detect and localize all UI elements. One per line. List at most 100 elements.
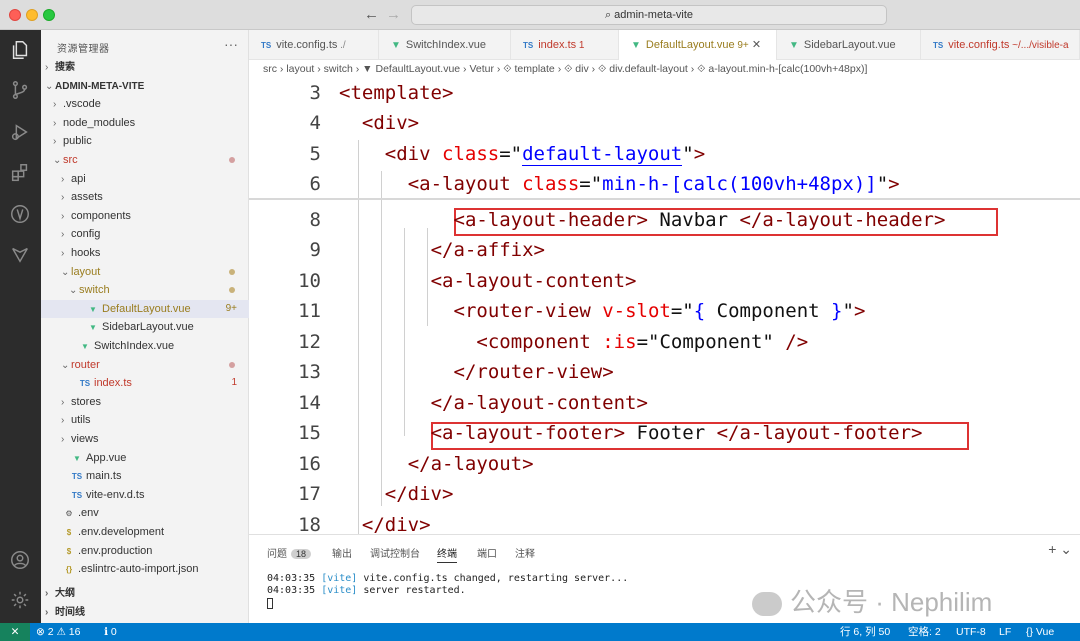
search-section[interactable]: › 搜索 bbox=[41, 58, 249, 76]
remote-indicator[interactable]: ✕ bbox=[0, 623, 30, 641]
editor-tab[interactable]: TS index.ts 1 bbox=[511, 30, 619, 60]
panel-tab-label: 输出 bbox=[332, 549, 352, 560]
tree-folder[interactable]: ⌄ router bbox=[41, 356, 249, 374]
line-number: 17 bbox=[298, 483, 321, 505]
tree-item-label: src bbox=[63, 154, 78, 166]
language-mode[interactable]: {} Vue bbox=[1026, 623, 1054, 641]
vscode-window: ← → ⌕ admin-meta-vite 资源管理器 ··· › 搜索 ⌄ A… bbox=[0, 0, 1080, 641]
tree-file[interactable]: TS vite-env.d.ts bbox=[41, 486, 249, 504]
tree-folder[interactable]: › utils bbox=[41, 411, 249, 429]
panel-tab-label: 问题 bbox=[267, 549, 287, 560]
run-debug-icon[interactable] bbox=[8, 120, 32, 144]
tree-item-label: .env bbox=[78, 507, 99, 520]
tree-folder[interactable]: › views bbox=[41, 430, 249, 448]
panel-tab[interactable]: 端口 bbox=[477, 545, 497, 560]
panel-tab[interactable]: 注释 bbox=[515, 545, 535, 560]
tree-folder[interactable]: › components bbox=[41, 207, 249, 225]
tree-folder[interactable]: › .vscode bbox=[41, 95, 249, 113]
tree-file[interactable]: ▼ App.vue bbox=[41, 449, 249, 467]
tree-file[interactable]: {} .eslintrc-auto-import.json bbox=[41, 560, 249, 578]
watermark: 公众号 · Nephilim bbox=[752, 582, 992, 619]
ports-indicator[interactable]: ℹ 0 bbox=[104, 623, 117, 641]
tab-label: SidebarLayout.vue bbox=[803, 39, 896, 51]
tree-folder[interactable]: › hooks bbox=[41, 244, 249, 262]
code-editor[interactable]: 3 <template> 4 <div> 5 <div class="default-la… bbox=[249, 78, 1080, 534]
editor-tab[interactable]: ▼ DefaultLayout.vue 9+ ✕ bbox=[619, 30, 777, 60]
tree-folder[interactable]: › config bbox=[41, 225, 249, 243]
command-center-search[interactable]: ⌕ admin-meta-vite bbox=[411, 5, 887, 25]
code-line: <div class="default-layout"> bbox=[384, 143, 706, 166]
indent-guide bbox=[403, 228, 405, 436]
editor-tab[interactable]: ▼ SwitchIndex.vue bbox=[379, 30, 511, 60]
line-number: 3 bbox=[309, 82, 321, 104]
line-number: 9 bbox=[309, 239, 321, 261]
ts-file-icon: TS bbox=[71, 472, 83, 482]
line-number: 18 bbox=[298, 514, 321, 534]
panel-tab[interactable]: 问题 18 bbox=[267, 545, 312, 560]
tree-folder[interactable]: ⌄ layout bbox=[41, 263, 249, 281]
vetur-icon[interactable] bbox=[8, 202, 32, 226]
chevron-down-icon: ⌄ bbox=[61, 266, 70, 278]
code-line: <a-layout-content> bbox=[430, 270, 637, 292]
tree-file[interactable]: ▼ SwitchIndex.vue bbox=[41, 337, 249, 355]
sticky-scroll-divider bbox=[249, 198, 1080, 200]
tree-item-label: vite-env.d.ts bbox=[86, 488, 145, 501]
tree-file[interactable]: ▼ DefaultLayout.vue 9+ bbox=[41, 299, 249, 318]
tree-folder[interactable]: › api bbox=[41, 170, 249, 188]
git-graph-icon[interactable] bbox=[8, 242, 32, 266]
code-line: <div> bbox=[361, 112, 420, 134]
source-control-icon[interactable] bbox=[8, 78, 32, 102]
extensions-icon[interactable] bbox=[8, 161, 32, 185]
tree-file[interactable]: $ .env.development bbox=[41, 523, 249, 541]
tree-file[interactable]: TS index.ts 1 bbox=[41, 374, 249, 392]
tree-folder[interactable]: › stores bbox=[41, 393, 249, 411]
back-arrow-icon[interactable]: ← bbox=[364, 6, 379, 23]
problems-indicator[interactable]: ⊗ 2 ⚠ 16 bbox=[36, 623, 80, 641]
close-tab-icon[interactable]: ✕ bbox=[749, 39, 761, 51]
tree-folder[interactable]: ⌄ ADMIN-META-VITE bbox=[41, 77, 249, 95]
chevron-right-icon: › bbox=[61, 248, 65, 259]
timeline-section[interactable]: › 时间线 bbox=[41, 604, 249, 622]
tree-folder[interactable]: › public bbox=[41, 132, 249, 150]
terminal-line: 04:03:35 [vite] server restarted. bbox=[267, 585, 466, 596]
editor-tab[interactable]: ▼ SidebarLayout.vue bbox=[777, 30, 921, 60]
new-terminal-button[interactable]: + ⌄ bbox=[1048, 541, 1072, 558]
outline-section[interactable]: › 大纲 bbox=[41, 585, 249, 603]
tree-file[interactable]: ⚙ .env bbox=[41, 504, 249, 522]
panel-tab[interactable]: 输出 bbox=[332, 545, 352, 560]
panel-tab[interactable]: 调试控制台 bbox=[370, 545, 420, 560]
tree-file[interactable]: $ .env.production bbox=[41, 542, 249, 560]
tab-label: DefaultLayout.vue bbox=[645, 39, 735, 51]
eol-indicator[interactable]: LF bbox=[999, 623, 1011, 641]
indentation-indicator[interactable]: 空格: 2 bbox=[908, 623, 941, 641]
tree-file[interactable]: TS main.ts bbox=[41, 467, 249, 485]
encoding-indicator[interactable]: UTF-8 bbox=[956, 623, 986, 641]
panel-tab[interactable]: 终端 bbox=[437, 545, 457, 563]
zoom-window-button[interactable] bbox=[43, 9, 55, 21]
tree-item-label: components bbox=[71, 209, 131, 222]
minimize-window-button[interactable] bbox=[26, 9, 38, 21]
forward-arrow-icon[interactable]: → bbox=[386, 6, 401, 23]
tree-item-label: node_modules bbox=[63, 116, 136, 129]
code-line: <a-layout-footer> Footer </a-layout-foot… bbox=[430, 422, 923, 444]
tree-folder[interactable]: ⌄ switch bbox=[41, 281, 249, 299]
env-file-icon: ⚙ bbox=[65, 509, 73, 519]
close-window-button[interactable] bbox=[9, 9, 21, 21]
settings-icon[interactable] bbox=[8, 588, 32, 612]
ts-file-icon: TS bbox=[523, 41, 534, 50]
ts-file-icon: TS bbox=[79, 379, 91, 389]
editor-tab[interactable]: TS vite.config.ts ~/.../visible-a bbox=[921, 30, 1080, 60]
cursor-position[interactable]: 行 6, 列 50 bbox=[840, 623, 890, 641]
more-actions-icon[interactable]: ··· bbox=[224, 36, 238, 52]
tree-folder[interactable]: ⌄ src bbox=[41, 151, 249, 169]
account-icon[interactable] bbox=[8, 548, 32, 572]
modified-dot bbox=[229, 287, 235, 294]
tree-folder[interactable]: › node_modules bbox=[41, 114, 249, 132]
editor-tab[interactable]: TS vite.config.ts ./ bbox=[249, 30, 379, 60]
tree-item-label: ADMIN-META-VITE bbox=[55, 80, 145, 92]
line-number: 8 bbox=[309, 209, 321, 231]
vue-file-icon: ▼ bbox=[391, 40, 401, 51]
files-icon[interactable] bbox=[8, 38, 32, 62]
tree-file[interactable]: ▼ SidebarLayout.vue bbox=[41, 318, 249, 336]
tree-folder[interactable]: › assets bbox=[41, 188, 249, 206]
